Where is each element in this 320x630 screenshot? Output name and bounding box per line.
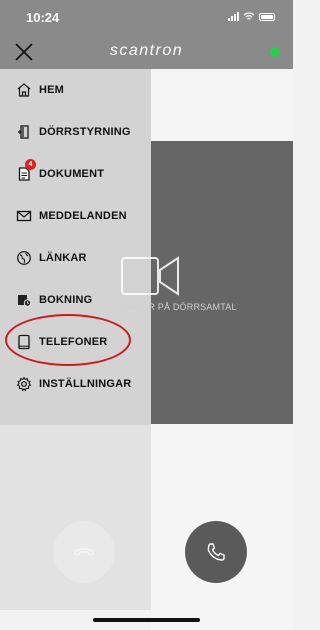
menu-item-label: DOKUMENT: [39, 168, 105, 180]
menu-item-label: MEDDELANDEN: [39, 210, 127, 222]
menu-item-label: HEM: [39, 84, 65, 96]
menu-item-installningar[interactable]: INSTÄLLNINGAR: [0, 363, 151, 405]
status-time: 10:24: [26, 10, 60, 25]
menu-item-label: INSTÄLLNINGAR: [39, 378, 132, 390]
menu-item-label: DÖRRSTYRNING: [39, 126, 131, 138]
globe-icon: [17, 251, 31, 265]
cellular-signal-icon: [228, 12, 239, 21]
home-icon: [17, 83, 31, 97]
phone-icon: [207, 543, 225, 561]
wifi-icon: [243, 12, 255, 20]
status-bar: 10:24: [0, 0, 293, 35]
phone-hangup-icon: [74, 548, 94, 556]
menu-item-lankar[interactable]: LÄNKAR: [0, 237, 151, 279]
gear-icon: [16, 376, 32, 392]
hang-up-button[interactable]: [53, 521, 115, 583]
menu-item-label: BOKNING: [39, 294, 93, 306]
menu-item-dokument[interactable]: 4 DOKUMENT: [0, 153, 151, 195]
door-icon: [18, 125, 29, 139]
highlight-circle-annotation: [5, 314, 131, 366]
brand-logo: scantron: [109, 42, 184, 59]
menu-item-meddelanden[interactable]: MEDDELANDEN: [0, 195, 151, 237]
menu-item-label: LÄNKAR: [39, 252, 87, 264]
unread-badge: 4: [25, 159, 36, 170]
menu-item-hem[interactable]: HEM: [0, 69, 151, 111]
system-icons: [228, 12, 275, 21]
app-header: scantron: [0, 35, 293, 69]
answer-call-button[interactable]: [185, 521, 247, 583]
connection-status-indicator: [270, 47, 280, 57]
battery-icon: [259, 12, 275, 21]
envelope-icon: [16, 210, 32, 222]
menu-item-dorrstyrning[interactable]: DÖRRSTYRNING: [0, 111, 151, 153]
booking-icon: [18, 295, 32, 307]
home-indicator: [93, 618, 200, 622]
